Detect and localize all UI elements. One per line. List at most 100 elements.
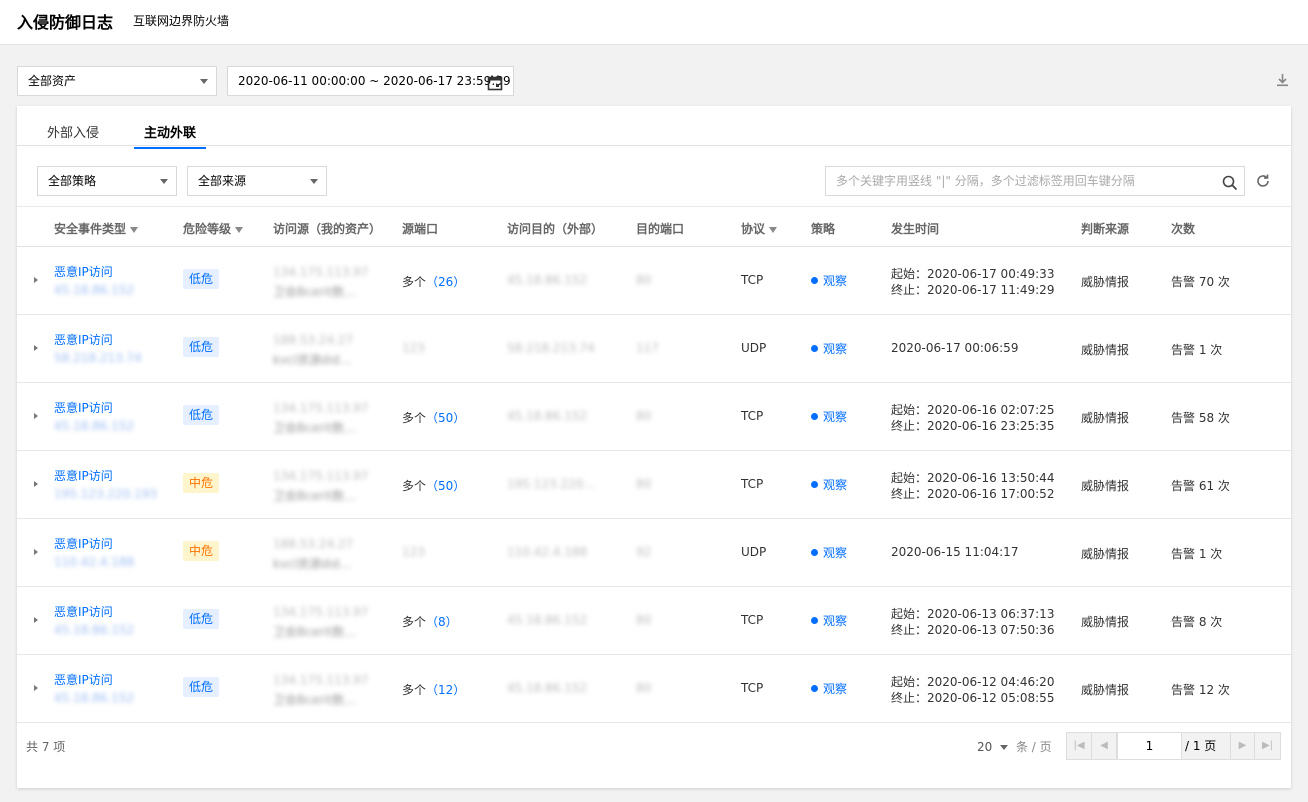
table-row: 恶意IP访问 45.18.86.152 低危 134.175.113.97 卫会… (17, 587, 1291, 655)
page-size-select[interactable]: 20 条 / 页 (977, 738, 1052, 755)
refresh-icon[interactable] (1255, 173, 1271, 192)
protocol: UDP (741, 341, 767, 355)
status-dot-icon (811, 685, 818, 692)
event-type-link[interactable]: 恶意IP访问 (54, 399, 113, 416)
event-type-link[interactable]: 恶意IP访问 (54, 535, 113, 552)
source-ip: 134.175.113.97 (273, 605, 369, 619)
alert-count: 告警 12 次 (1171, 683, 1230, 697)
total-count: 共 7 项 (26, 740, 66, 754)
col-source-port: 源端口 (402, 222, 439, 236)
source-asset-name: kvcl资源did… (273, 557, 352, 571)
protocol: TCP (741, 681, 764, 695)
source-port[interactable]: 多个（50） (402, 477, 465, 494)
prev-page-button[interactable]: ◀ (1092, 733, 1117, 759)
event-type-link[interactable]: 恶意IP访问 (54, 671, 113, 688)
alert-count: 告警 8 次 (1171, 615, 1223, 629)
source-ip: 134.175.113.97 (273, 265, 369, 279)
expand-row-icon[interactable] (34, 549, 38, 555)
time-start: 起始：2020-06-13 06:37:13 (891, 607, 1055, 621)
time-end: 终止：2020-06-17 11:49:29 (891, 283, 1055, 297)
log-card: 外部入侵 主动外联 全部策略 全部来源 多个关键字用竖线 "|" 分隔，多个过滤… (17, 106, 1291, 788)
destination-ip: 45.18.86.152 (507, 681, 588, 695)
date-range-picker[interactable]: 2020-06-11 00:00:00 ~ 2020-06-17 23:59:5… (227, 66, 514, 96)
asset-select[interactable]: 全部资产 (17, 66, 217, 96)
download-icon[interactable] (1276, 73, 1289, 90)
event-ip[interactable]: 195.123.220.193 (54, 487, 157, 501)
search-icon[interactable] (1222, 173, 1238, 201)
pagination: |◀ ◀ 1 / 1 页 ▶ ▶| (1066, 732, 1281, 760)
expand-row-icon[interactable] (34, 277, 38, 283)
risk-level-badge: 中危 (183, 473, 220, 493)
event-ip[interactable]: 45.18.86.152 (54, 419, 134, 433)
time-start: 起始：2020-06-16 13:50:44 (891, 471, 1055, 485)
expand-row-icon[interactable] (34, 481, 38, 487)
judge-source: 威胁情报 (1081, 411, 1130, 425)
time-end: 终止：2020-06-13 07:50:36 (891, 623, 1055, 637)
col-risk-level[interactable]: 危险等级 (183, 220, 244, 237)
page-subtitle: 互联网边界防火墙 (133, 14, 230, 28)
next-page-button[interactable]: ▶ (1230, 733, 1255, 759)
tab-external-intrusion[interactable]: 外部入侵 (47, 122, 99, 141)
alert-count: 告警 1 次 (1171, 343, 1223, 357)
risk-level-badge: 低危 (183, 609, 220, 629)
status-dot-icon (811, 345, 818, 352)
expand-row-icon[interactable] (34, 413, 38, 419)
source-port[interactable]: 多个（8） (402, 613, 458, 630)
source-port[interactable]: 多个（12） (402, 681, 465, 698)
source-asset-name: 卫会Bcerit数… (273, 489, 357, 503)
event-ip[interactable]: 45.18.86.152 (54, 691, 134, 705)
source-asset-name: 卫会Bcerit数… (273, 693, 357, 707)
protocol: TCP (741, 613, 764, 627)
source-asset-name: 卫会Bcerit数… (273, 285, 357, 299)
judge-source: 威胁情报 (1081, 275, 1130, 289)
risk-level-badge: 低危 (183, 269, 220, 289)
event-type-link[interactable]: 恶意IP访问 (54, 467, 113, 484)
chevron-down-icon (200, 79, 208, 84)
filter-icon[interactable] (769, 226, 778, 233)
event-ip[interactable]: 45.18.86.152 (54, 623, 134, 637)
chevron-down-icon (310, 179, 318, 184)
destination-ip: 195.123.220… (507, 477, 596, 491)
filter-icon[interactable] (130, 226, 139, 233)
time-start: 起始：2020-06-17 00:49:33 (891, 267, 1055, 281)
table-row: 恶意IP访问 195.123.220.193 中危 134.175.113.97… (17, 451, 1291, 519)
event-ip[interactable]: 45.18.86.152 (54, 283, 134, 297)
col-judge-source: 判断来源 (1081, 222, 1130, 236)
judge-source: 威胁情报 (1081, 615, 1130, 629)
col-protocol[interactable]: 协议 (741, 220, 778, 237)
dest-port: 80 (636, 613, 652, 627)
event-type-link[interactable]: 恶意IP访问 (54, 331, 113, 348)
protocol: TCP (741, 477, 764, 491)
first-page-button[interactable]: |◀ (1067, 733, 1092, 759)
policy-status: 观察 (811, 476, 847, 493)
status-dot-icon (811, 549, 818, 556)
expand-row-icon[interactable] (34, 617, 38, 623)
source-port[interactable]: 多个（50） (402, 409, 465, 426)
filter-icon[interactable] (235, 226, 244, 233)
tab-active-outbound[interactable]: 主动外联 (134, 122, 207, 149)
event-ip[interactable]: 110.42.4.188 (54, 555, 134, 569)
event-type-link[interactable]: 恶意IP访问 (54, 603, 113, 620)
chevron-down-icon (160, 179, 168, 184)
source-ip: 188.53.24.27 (273, 333, 354, 347)
col-event-type[interactable]: 安全事件类型 (54, 220, 139, 237)
source-port[interactable]: 多个（26） (402, 273, 465, 290)
source-ip: 134.175.113.97 (273, 401, 369, 415)
table-header: 安全事件类型 危险等级 访问源（我的资产） 源端口 访问目的（外部） 目的端口 … (17, 206, 1291, 247)
protocol: TCP (741, 409, 764, 423)
time-start: 起始：2020-06-16 02:07:25 (891, 403, 1055, 417)
page-input[interactable]: 1 (1117, 733, 1182, 759)
judge-source: 威胁情报 (1081, 547, 1130, 561)
strategy-select-value: 全部策略 (48, 174, 97, 188)
source-select[interactable]: 全部来源 (187, 166, 327, 196)
table-row: 恶意IP访问 45.18.86.152 低危 134.175.113.97 卫会… (17, 383, 1291, 451)
col-policy: 策略 (811, 222, 836, 236)
expand-row-icon[interactable] (34, 345, 38, 351)
search-input[interactable]: 多个关键字用竖线 "|" 分隔，多个过滤标签用回车键分隔 (825, 166, 1245, 196)
event-type-link[interactable]: 恶意IP访问 (54, 263, 113, 280)
expand-row-icon[interactable] (34, 685, 38, 691)
strategy-select[interactable]: 全部策略 (37, 166, 177, 196)
risk-level-badge: 低危 (183, 405, 220, 425)
event-ip[interactable]: 58.218.213.74 (54, 351, 142, 365)
last-page-button[interactable]: ▶| (1255, 733, 1280, 759)
